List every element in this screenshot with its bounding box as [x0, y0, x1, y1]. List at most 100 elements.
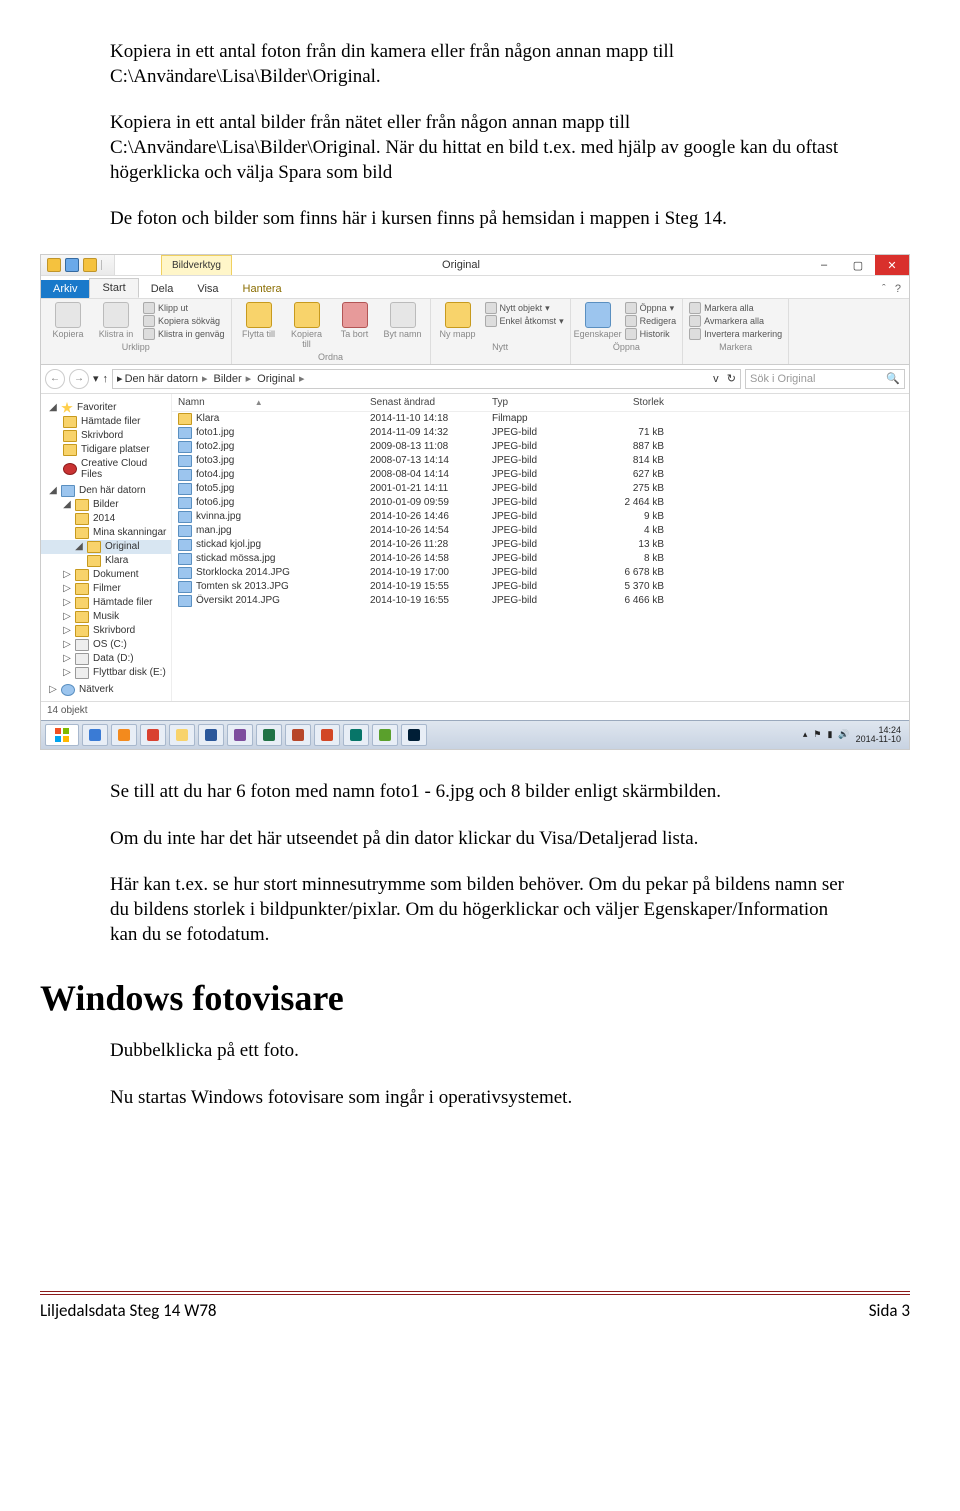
column-headers[interactable]: Namn▲ Senast ändrad Typ Storlek — [172, 394, 909, 412]
file-row[interactable]: foto3.jpg2008-07-13 14:14JPEG-bild814 kB — [172, 454, 909, 468]
file-name: Översikt 2014.JPG — [196, 595, 280, 606]
taskbar-chrome-icon[interactable] — [140, 724, 166, 746]
nav-pictures[interactable]: ◢Bilder — [41, 498, 171, 512]
ribbon-tabs: Arkiv Start Dela Visa Hantera ˆ ? — [41, 276, 909, 298]
nav-osc[interactable]: ▷OS (C:) — [41, 638, 171, 652]
file-row[interactable]: foto4.jpg2008-08-04 14:14JPEG-bild627 kB — [172, 468, 909, 482]
file-row[interactable]: stickad kjol.jpg2014-10-26 11:28JPEG-bil… — [172, 538, 909, 552]
properties-icon[interactable] — [65, 258, 79, 272]
copy-button[interactable]: Kopiera — [47, 302, 89, 340]
file-row[interactable]: Översikt 2014.JPG2014-10-19 16:55JPEG-bi… — [172, 594, 909, 608]
history-button[interactable]: Historik — [625, 328, 677, 340]
edit-button[interactable]: Redigera — [625, 315, 677, 327]
taskbar-outlook-icon[interactable] — [285, 724, 311, 746]
minimize-button[interactable]: – — [807, 255, 841, 275]
tab-visa[interactable]: Visa — [185, 280, 230, 298]
taskbar-app-icon[interactable] — [372, 724, 398, 746]
start-button[interactable] — [45, 724, 79, 746]
file-row[interactable]: Tomten sk 2013.JPG2014-10-19 15:55JPEG-b… — [172, 580, 909, 594]
tab-arkiv[interactable]: Arkiv — [41, 280, 89, 298]
taskbar-excel-icon[interactable] — [256, 724, 282, 746]
new-folder-icon[interactable] — [83, 258, 97, 272]
selectall-button[interactable]: Markera alla — [689, 302, 782, 314]
tray-up-icon[interactable]: ▴ — [803, 729, 808, 740]
nav-network[interactable]: ▷Nätverk — [41, 680, 171, 697]
tab-hantera[interactable]: Hantera — [231, 280, 294, 298]
taskbar-firefox-icon[interactable] — [111, 724, 137, 746]
file-row[interactable]: foto2.jpg2009-08-13 11:08JPEG-bild887 kB — [172, 440, 909, 454]
file-row[interactable]: man.jpg2014-10-26 14:54JPEG-bild4 kB — [172, 524, 909, 538]
nav-desktop2[interactable]: ▷Skrivbord — [41, 624, 171, 638]
file-size: 275 kB — [578, 482, 670, 496]
taskbar-ie-icon[interactable] — [82, 724, 108, 746]
image-icon — [178, 441, 192, 453]
file-row[interactable]: kvinna.jpg2014-10-26 14:46JPEG-bild9 kB — [172, 510, 909, 524]
search-input[interactable]: Sök i Original 🔍 — [745, 369, 905, 389]
open-button[interactable]: Öppna ▾ — [625, 302, 677, 314]
nav-thispc[interactable]: ◢Den här datorn — [41, 481, 171, 498]
nav-music[interactable]: ▷Musik — [41, 610, 171, 624]
cut-button[interactable]: Klipp ut — [143, 302, 225, 314]
nav-favorites[interactable]: ◢Favoriter — [41, 398, 171, 415]
taskbar-word-icon[interactable] — [198, 724, 224, 746]
breadcrumb[interactable]: ▸ Den här datorn▸ Bilder▸ Original▸ v ↻ — [112, 369, 741, 389]
file-row[interactable]: foto6.jpg2010-01-09 09:59JPEG-bild2 464 … — [172, 496, 909, 510]
nav-recent-button[interactable]: ▾ — [93, 372, 99, 385]
system-tray[interactable]: ▴ ⚑ ▮ 🔊 14:24 2014-11-10 — [803, 726, 905, 744]
ribbon-help-icon[interactable]: ˆ ? — [874, 280, 909, 298]
nav-recent[interactable]: Tidigare platser — [41, 443, 171, 457]
nav-documents[interactable]: ▷Dokument — [41, 568, 171, 582]
nav-up-button[interactable]: ↑ — [103, 373, 109, 385]
copy-path-button[interactable]: Kopiera sökväg — [143, 315, 225, 327]
paste-shortcut-button[interactable]: Klistra in genväg — [143, 328, 225, 340]
action-center-icon[interactable]: ⚑ — [813, 729, 821, 740]
file-row[interactable]: foto5.jpg2001-01-21 14:11JPEG-bild275 kB — [172, 482, 909, 496]
file-date: 2014-10-26 14:54 — [364, 524, 486, 538]
selectnone-button[interactable]: Avmarkera alla — [689, 315, 782, 327]
file-row[interactable]: Storklocka 2014.JPG2014-10-19 17:00JPEG-… — [172, 566, 909, 580]
context-tab-bildverktyg: Bildverktyg — [161, 255, 232, 275]
invertselection-button[interactable]: Invertera markering — [689, 328, 782, 340]
easyaccess-button[interactable]: Enkel åtkomst ▾ — [485, 315, 564, 327]
newitem-button[interactable]: Nytt objekt ▾ — [485, 302, 564, 314]
label: Kopiera till — [286, 330, 328, 350]
file-size: 887 kB — [578, 440, 670, 454]
volume-icon[interactable]: 🔊 — [838, 729, 849, 740]
taskbar-explorer-icon[interactable] — [169, 724, 195, 746]
paragraph: Kopiera in ett antal foton från din kame… — [110, 40, 850, 89]
folder-icon[interactable] — [47, 258, 61, 272]
clock[interactable]: 14:24 2014-11-10 — [856, 726, 901, 744]
nav-original[interactable]: ◢Original — [41, 540, 171, 554]
nav-cloud[interactable]: Creative Cloud Files — [41, 457, 171, 481]
nav-downloads2[interactable]: ▷Hämtade filer — [41, 596, 171, 610]
copyto-button[interactable]: Kopiera till — [286, 302, 328, 350]
file-row[interactable]: foto1.jpg2014-11-09 14:32JPEG-bild71 kB — [172, 426, 909, 440]
taskbar-photoshop-icon[interactable] — [401, 724, 427, 746]
paste-button[interactable]: Klistra in — [95, 302, 137, 340]
tab-start[interactable]: Start — [89, 278, 138, 298]
maximize-button[interactable]: ▢ — [841, 255, 875, 275]
close-button[interactable]: ✕ — [875, 255, 909, 275]
moveto-button[interactable]: Flytta till — [238, 302, 280, 340]
nav-removable[interactable]: ▷Flyttbar disk (E:) — [41, 666, 171, 680]
file-row[interactable]: Klara2014-11-10 14:18Filmapp — [172, 412, 909, 426]
file-row[interactable]: stickad mössa.jpg2014-10-26 14:58JPEG-bi… — [172, 552, 909, 566]
newfolder-button[interactable]: Ny mapp — [437, 302, 479, 340]
nav-desktop[interactable]: Skrivbord — [41, 429, 171, 443]
rename-button[interactable]: Byt namn — [382, 302, 424, 340]
delete-button[interactable]: Ta bort — [334, 302, 376, 340]
properties-button[interactable]: Egenskaper — [577, 302, 619, 340]
nav-back-button[interactable]: ← — [45, 369, 65, 389]
nav-klara[interactable]: Klara — [41, 554, 171, 568]
tab-dela[interactable]: Dela — [139, 280, 186, 298]
nav-downloads[interactable]: Hämtade filer — [41, 415, 171, 429]
taskbar-publisher-icon[interactable] — [343, 724, 369, 746]
taskbar-app-icon[interactable] — [227, 724, 253, 746]
nav-forward-button[interactable]: → — [69, 369, 89, 389]
nav-movies[interactable]: ▷Filmer — [41, 582, 171, 596]
network-icon[interactable]: ▮ — [827, 729, 832, 740]
nav-2014[interactable]: 2014 — [41, 512, 171, 526]
nav-datad[interactable]: ▷Data (D:) — [41, 652, 171, 666]
taskbar-powerpoint-icon[interactable] — [314, 724, 340, 746]
nav-scans[interactable]: Mina skanningar — [41, 526, 171, 540]
